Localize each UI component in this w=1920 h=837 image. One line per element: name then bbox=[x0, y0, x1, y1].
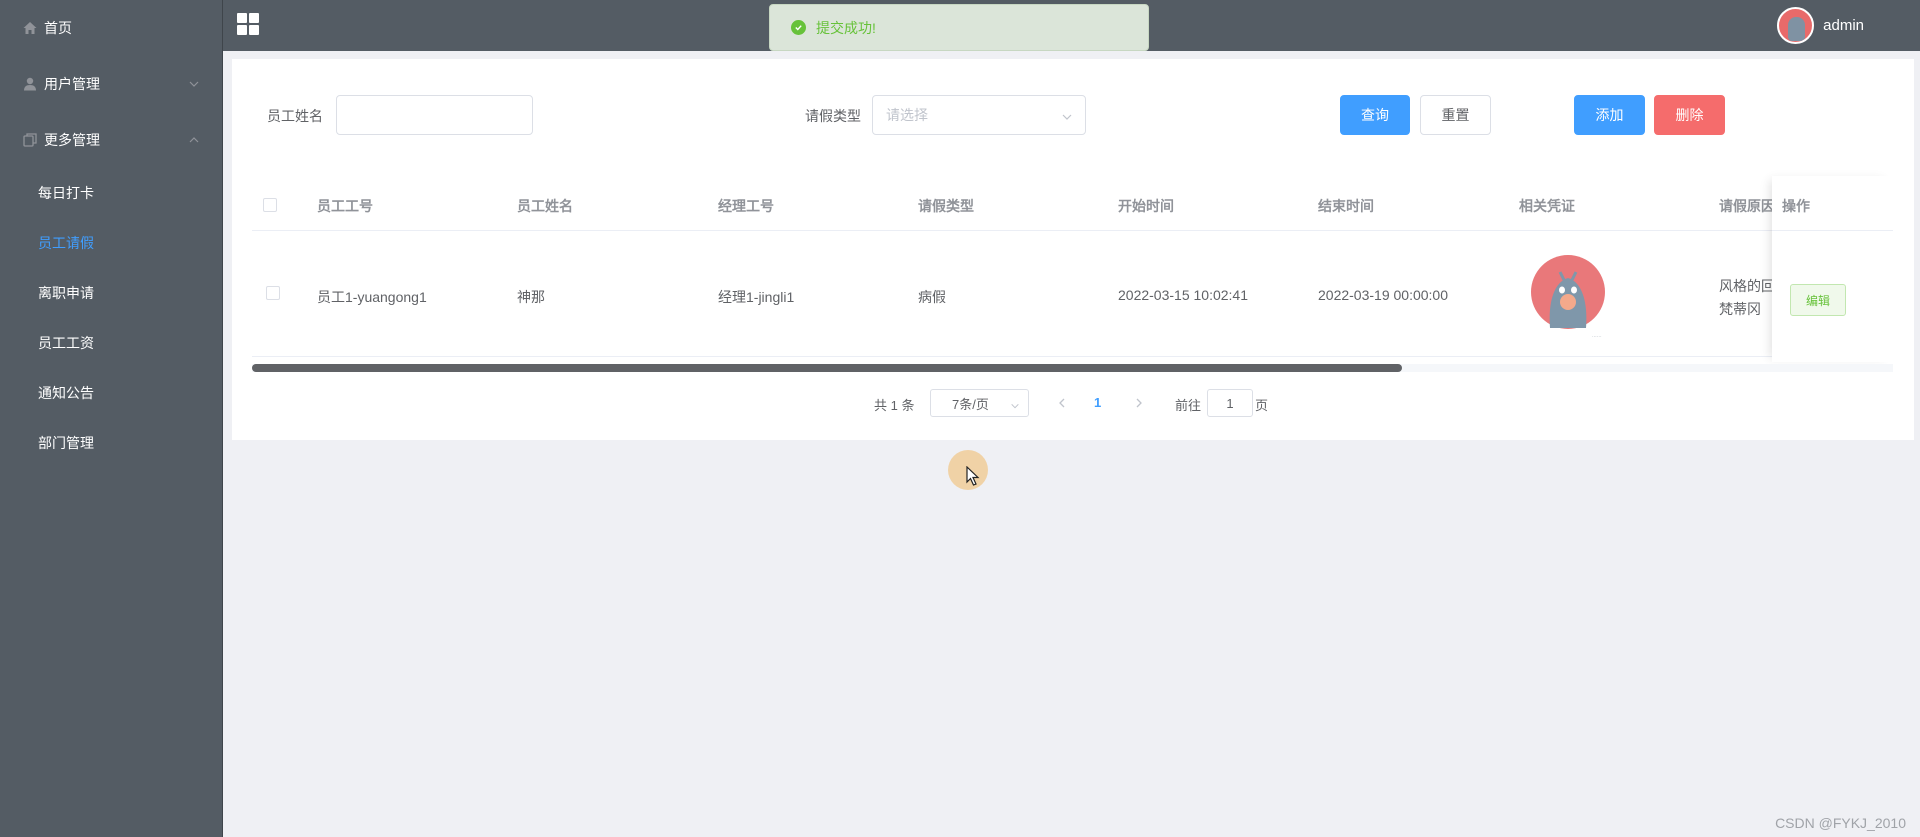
sidebar-item-label: 首页 bbox=[44, 20, 72, 36]
sidebar-item-label: 更多管理 bbox=[44, 132, 100, 148]
sidebar-item-label: 通知公告 bbox=[38, 385, 94, 401]
cell-start-time: 2022-03-15 10:02:41 bbox=[1118, 287, 1248, 303]
table-header: 员工工号 员工姓名 经理工号 请假类型 开始时间 结束时间 相关凭证 请假原因 bbox=[252, 178, 1893, 231]
sidebar-item-label: 离职申请 bbox=[38, 285, 94, 301]
page-size-select[interactable]: 7条/页 bbox=[930, 389, 1029, 417]
user-menu[interactable]: admin bbox=[1777, 5, 1864, 45]
operation-column: 操作 编辑 bbox=[1772, 176, 1893, 362]
goto-suffix: 页 bbox=[1255, 398, 1269, 413]
page-size-value: 7条/页 bbox=[952, 396, 989, 412]
sidebar-item-label: 员工请假 bbox=[38, 235, 94, 251]
svg-text:······: ······ bbox=[1592, 334, 1602, 340]
row-checkbox[interactable] bbox=[266, 286, 280, 300]
pagination-total: 共 1 条 bbox=[874, 398, 915, 413]
chevron-down-icon bbox=[1061, 110, 1073, 126]
cell-manager-id: 经理1-jingli1 bbox=[718, 289, 795, 305]
cell-employee-id: 员工1-yuangong1 bbox=[317, 289, 427, 305]
success-icon bbox=[791, 20, 806, 35]
mouse-cursor-icon bbox=[966, 466, 980, 486]
employee-name-input[interactable] bbox=[336, 95, 533, 135]
sidebar-item-label: 部门管理 bbox=[38, 435, 94, 451]
sidebar: 首页 用户管理 更多管理 每日打卡 员工请假 离职申请 员工工资 通知公告 部门… bbox=[0, 0, 223, 837]
sidebar-item-user-management[interactable]: 用户管理 bbox=[0, 56, 222, 112]
column-header: 开始时间 bbox=[1118, 198, 1174, 214]
sidebar-item-daily-checkin[interactable]: 每日打卡 bbox=[0, 168, 222, 218]
sidebar-item-label: 员工工资 bbox=[38, 335, 94, 351]
column-header: 请假类型 bbox=[918, 198, 974, 214]
column-header: 相关凭证 bbox=[1519, 198, 1575, 214]
user-icon bbox=[21, 75, 39, 93]
cell-reason-line2: 梵蒂冈 bbox=[1719, 301, 1761, 317]
next-page-icon[interactable] bbox=[1133, 396, 1145, 412]
goto-page-input[interactable]: 1 bbox=[1207, 389, 1253, 417]
column-header: 操作 bbox=[1782, 198, 1810, 214]
current-page[interactable]: 1 bbox=[1094, 395, 1101, 410]
voucher-thumbnail[interactable]: ······ bbox=[1530, 254, 1620, 340]
watermark: CSDN @FYKJ_2010 bbox=[1775, 815, 1906, 831]
add-button[interactable]: 添加 bbox=[1574, 95, 1645, 135]
toast-message: 提交成功! bbox=[816, 19, 876, 36]
horizontal-scrollbar[interactable] bbox=[252, 364, 1893, 372]
query-button[interactable]: 查询 bbox=[1340, 95, 1410, 135]
scrollbar-thumb[interactable] bbox=[252, 364, 1402, 372]
column-header: 员工姓名 bbox=[517, 198, 573, 214]
goto-prefix: 前往 bbox=[1175, 398, 1202, 413]
sidebar-item-resignation[interactable]: 离职申请 bbox=[0, 268, 222, 318]
sidebar-item-label: 用户管理 bbox=[44, 76, 100, 92]
table-row: 员工1-yuangong1 神那 经理1-jingli1 病假 2022-03-… bbox=[252, 231, 1893, 357]
select-all-checkbox[interactable] bbox=[263, 198, 277, 212]
username: admin bbox=[1823, 16, 1864, 34]
cell-leave-type: 病假 bbox=[918, 289, 946, 305]
leave-type-placeholder: 请选择 bbox=[886, 107, 928, 123]
sidebar-item-more-management[interactable]: 更多管理 bbox=[0, 112, 222, 168]
home-icon bbox=[21, 19, 39, 37]
chevron-up-icon bbox=[188, 133, 200, 149]
prev-page-icon[interactable] bbox=[1056, 396, 1068, 412]
employee-name-label: 员工姓名 bbox=[267, 108, 323, 124]
sidebar-item-label: 每日打卡 bbox=[38, 185, 94, 201]
cell-employee-name: 神那 bbox=[517, 289, 545, 305]
main-card: 员工姓名 请假类型 请选择 查询 重置 添加 删除 员工工号 员工姓名 经理工号… bbox=[232, 59, 1914, 440]
grid-icon[interactable] bbox=[237, 13, 259, 35]
chevron-down-icon bbox=[188, 77, 200, 93]
column-header: 结束时间 bbox=[1318, 198, 1374, 214]
column-header: 请假原因 bbox=[1719, 198, 1775, 214]
leave-type-select[interactable]: 请选择 bbox=[872, 95, 1086, 135]
column-header: 员工工号 bbox=[317, 198, 373, 214]
delete-button[interactable]: 删除 bbox=[1654, 95, 1725, 135]
column-header: 经理工号 bbox=[718, 198, 774, 214]
cell-reason-line1: 风格的回 bbox=[1719, 278, 1775, 294]
reset-button[interactable]: 重置 bbox=[1420, 95, 1491, 135]
avatar bbox=[1777, 6, 1815, 44]
chevron-down-icon bbox=[1010, 399, 1020, 414]
leave-type-label: 请假类型 bbox=[805, 108, 861, 124]
copy-icon bbox=[21, 131, 39, 149]
sidebar-item-home[interactable]: 首页 bbox=[0, 0, 222, 56]
cell-end-time: 2022-03-19 00:00:00 bbox=[1318, 287, 1448, 303]
sidebar-item-employee-leave[interactable]: 员工请假 bbox=[0, 218, 222, 268]
edit-button[interactable]: 编辑 bbox=[1790, 284, 1846, 316]
sidebar-item-notices[interactable]: 通知公告 bbox=[0, 368, 222, 418]
sidebar-item-salary[interactable]: 员工工资 bbox=[0, 318, 222, 368]
success-toast: 提交成功! bbox=[769, 4, 1149, 51]
sidebar-item-departments[interactable]: 部门管理 bbox=[0, 418, 222, 468]
